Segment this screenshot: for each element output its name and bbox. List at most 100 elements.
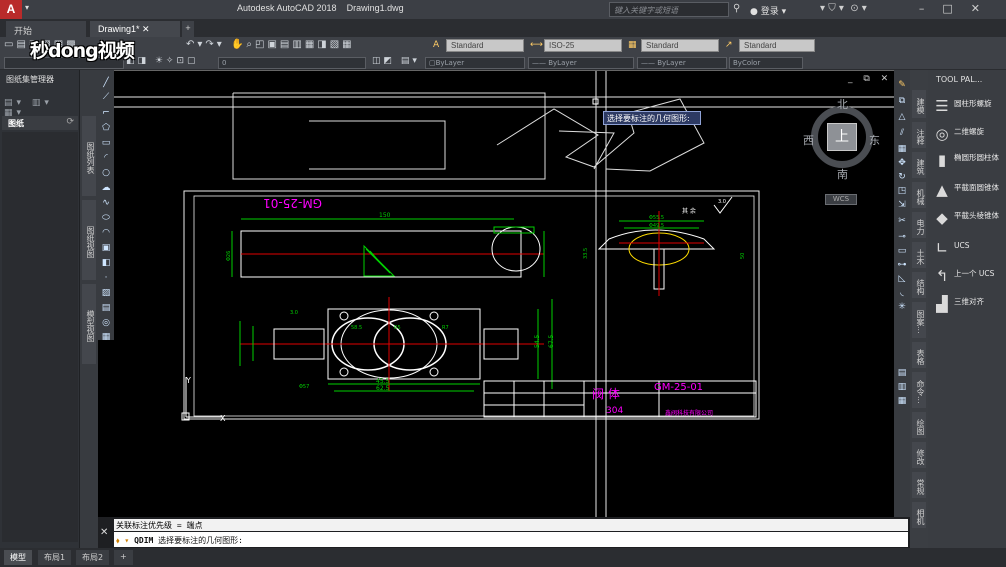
tab-annotation[interactable]: 注释 [912,122,926,148]
layer-select[interactable]: 0 [218,57,366,69]
break-icon[interactable]: ▭ [896,246,908,256]
hatch-icon[interactable]: ▨ [100,288,112,298]
dim-style-select[interactable]: ISO-25 [544,39,622,52]
offset-icon[interactable]: ⫽ [896,128,908,138]
compass-north[interactable]: 北 [837,96,848,112]
tab-structural[interactable]: 结构 [912,272,926,298]
chamfer-icon[interactable]: ◺ [896,274,908,284]
tab-architectural[interactable]: 建筑 [912,152,926,178]
command-input[interactable]: ⬧ ▾ QDIM 选择要标注的几何图形: [114,532,908,547]
table-style-select[interactable]: Standard [641,39,719,52]
circle-icon[interactable]: ○ [100,168,112,178]
tab-cameras[interactable]: 相机 [912,502,926,528]
close-icon[interactable]: ✕ [142,24,150,34]
compass-south[interactable]: 南 [837,166,848,182]
search-input[interactable]: 键入关键字或短语 [609,2,729,17]
tool-elliptical-cylinder-label: 椭圆形圆柱体 [954,153,999,162]
refresh-icon[interactable]: ⟳ [66,117,74,127]
tab-tables[interactable]: 表格 [912,342,926,368]
tab-layout1[interactable]: 布局1 [38,550,72,565]
tab-modify[interactable]: 修改 [912,442,926,468]
tab-layout2[interactable]: 布局2 [76,550,110,565]
ellipse-icon[interactable]: ⬭ [100,213,112,223]
gradient-icon[interactable]: ▤ [100,303,112,313]
trim-icon[interactable]: ✂ [896,216,908,226]
linetype-select[interactable]: —— ByLayer [528,57,634,69]
mirror-icon[interactable]: △ [896,112,908,122]
command-prompt: 选择要标注的几何图形: [158,536,243,545]
sheet-set-tools-icons[interactable]: ▤▾ ▥▾ ▦▾ [4,98,79,118]
binoculars-icon[interactable]: ⚲ [733,3,740,14]
scale-icon[interactable]: ◳ [896,186,908,196]
tab-draw[interactable]: 绘图 [912,412,926,438]
layer-state-icons[interactable]: ◫◩ ▤▾ [372,56,420,66]
rotate-icon[interactable]: ↻ [896,172,908,182]
move-icon[interactable]: ✥ [896,158,908,168]
tab-model[interactable]: 模型 [4,550,32,565]
arc-icon[interactable]: ◜ [100,153,112,163]
ellipse-arc-icon[interactable]: ◠ [100,228,112,238]
table-icon[interactable]: ▦ [100,332,112,342]
explode-icon[interactable]: ✳ [896,302,908,312]
extend-icon[interactable]: ⊸ [896,232,908,242]
viewport-controls[interactable]: _ ⧉ ✕ [848,74,892,84]
tab-civil[interactable]: 土木 [912,242,926,268]
make-block-icon[interactable]: ◧ [100,258,112,268]
new-tab-button[interactable]: + [182,21,194,37]
front-flange [491,226,541,272]
text-style-select[interactable]: Standard [446,39,524,52]
insert-block-icon[interactable]: ▣ [100,243,112,253]
viewcube[interactable]: 北 南 东 西 上 WCS [803,96,885,206]
polygon-icon[interactable]: ⬠ [100,123,112,133]
close-icon[interactable]: ✕ [100,527,108,538]
compass-east[interactable]: 东 [869,132,880,148]
quick-access-dropdown-icon[interactable]: ▾ [25,3,37,16]
copy-icon[interactable]: ⧉ [896,96,908,106]
mleader-style-select[interactable]: Standard [739,39,815,52]
ucs-menu-button[interactable]: WCS [825,194,857,205]
tab-sheet-views[interactable]: 图纸视图 [82,200,96,280]
region-icon[interactable]: ◎ [100,318,112,328]
tab-sheet-list[interactable]: 图纸列表 [82,116,96,196]
window-controls[interactable]: –□✕ [919,2,998,15]
viewcube-top-face[interactable]: 上 [827,123,857,151]
compass-west[interactable]: 西 [803,132,814,148]
drawing-canvas[interactable]: GM-25-01 150 Φ26 58.5 R5 R7 Φ57 45.5 62.… [114,70,894,518]
line-icon[interactable]: ╱ [100,78,112,88]
polyline-icon[interactable]: ⌐ [100,108,112,118]
add-layout-button[interactable]: + [114,550,133,565]
construction-line-icon[interactable]: ⟋ [100,92,112,102]
exchange-icon[interactable]: ▾ ⛉ ▾ ⊙ ▾ [820,3,867,14]
plotstyle-select[interactable]: ByColor [729,57,803,69]
point-icon[interactable]: · [100,273,112,283]
tab-modeling[interactable]: 建模 [912,90,926,118]
revcloud-icon[interactable]: ☁ [100,183,112,193]
layer-tool-icon-1[interactable]: ▤ [896,368,908,378]
sheet-list[interactable] [2,132,78,542]
join-icon[interactable]: ⊶ [896,260,908,270]
mleader-style-value: Standard [744,41,777,50]
tab-general[interactable]: 常规 [912,472,926,498]
tab-hatches[interactable]: 图案... [912,302,926,338]
erase-icon[interactable]: ✎ [896,80,908,90]
fillet-icon[interactable]: ◟ [896,288,908,298]
login-button[interactable]: ● 登录 ▾ [750,4,786,17]
tab-electrical[interactable]: 电力 [912,212,926,238]
layer-tool-icon-2[interactable]: ▥ [896,382,908,392]
layer-tool-icon-3[interactable]: ▦ [896,396,908,406]
edit-tools-icons[interactable]: ↶▾↷▾ ✋⌕◰▣▤▥▦◨▧▦ [186,39,355,50]
color-select[interactable]: ▢ByLayer [425,57,525,69]
array-icon[interactable]: ▦ [896,144,908,154]
tab-drawing1[interactable]: Drawing1* ✕ [90,21,180,37]
tab-mechanical[interactable]: 机械 [912,182,926,208]
tab-start[interactable]: 开始 [6,21,86,37]
layer-tools-icons[interactable]: ◧◨ ☀✧⊡▢ [126,56,199,66]
stretch-icon[interactable]: ⇲ [896,200,908,210]
bolt-hole-1 [339,311,349,321]
tab-model-views[interactable]: 模型视图 [82,284,96,364]
rectangle-icon[interactable]: ▭ [100,138,112,148]
lineweight-select[interactable]: —— ByLayer [637,57,727,69]
autocad-app-button[interactable]: A [0,0,22,19]
spline-icon[interactable]: ∿ [100,198,112,208]
tab-commands[interactable]: 命令... [912,372,926,408]
